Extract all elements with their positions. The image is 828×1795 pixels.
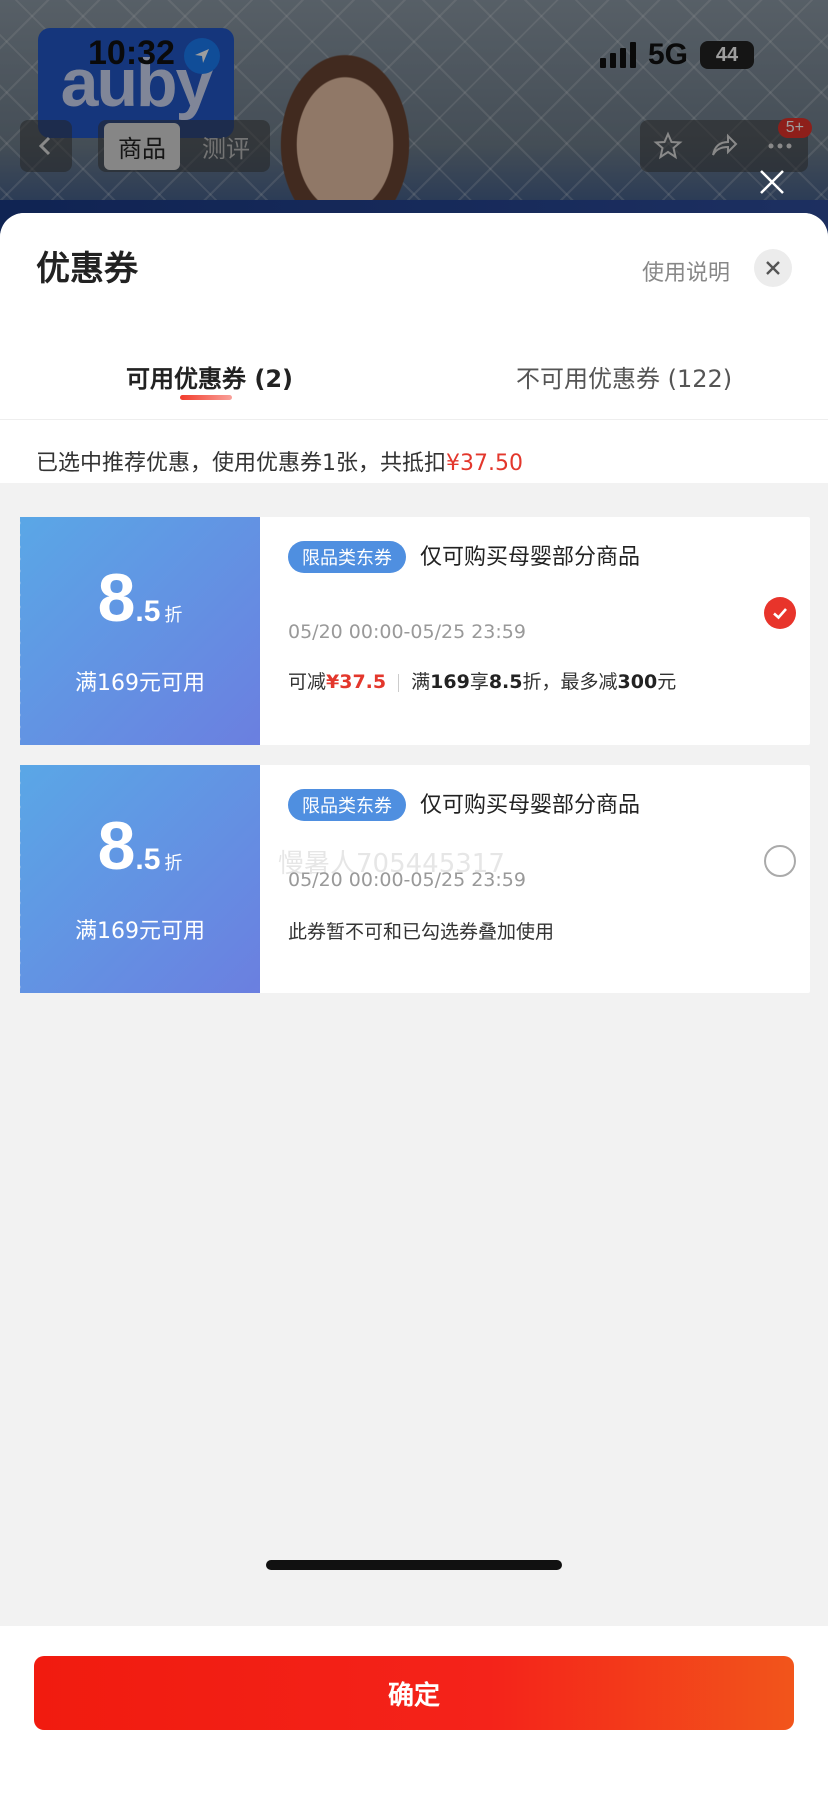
close-button[interactable] [754,249,792,287]
sheet-footer: 确定 [0,1626,828,1795]
coupon-checkbox-checked[interactable] [764,597,796,629]
coupon-tag: 限品类东券 [288,789,406,821]
summary-text: 已选中推荐优惠，使用优惠券1张，共抵扣 [36,451,446,476]
coupon-validity: 05/20 00:00-05/25 23:59 [288,621,526,643]
save-label: 可减 [288,671,327,693]
confirm-button[interactable]: 确定 [34,1656,794,1730]
rule-prefix: 满 [411,671,431,693]
rule-suffix: 元 [657,671,677,693]
coupon-card[interactable]: 8.5 折 满169元可用 限品类东券 仅可购买母婴部分商品 慢暑人7054453… [15,765,810,993]
coupon-info: 限品类东券 仅可购买母婴部分商品 05/20 00:00-05/25 23:59… [260,517,810,745]
close-icon [766,261,780,275]
coupon-value-panel: 8.5 折 满169元可用 [15,517,260,745]
discount-decimal: .5 [135,843,161,876]
coupon-threshold: 满169元可用 [75,919,205,944]
coupon-discount: 8.5 折 [20,559,260,637]
coupon-note: 此券暂不可和已勾选券叠加使用 [288,921,555,943]
coupon-detail: 可减¥37.5 满169享8.5折，最多减300元 [288,667,676,694]
home-indicator[interactable] [266,1560,562,1570]
checkmark-icon [773,608,787,620]
rule-mid: 享 [469,671,489,693]
discount-unit: 折 [164,605,183,626]
tab-available-coupons[interactable]: 可用优惠券 (2) [126,359,293,394]
discount-unit: 折 [164,853,183,874]
coupon-sheet: 优惠券 使用说明 可用优惠券 (2) 不可用优惠券 (122) 已选中推荐优惠，… [0,213,828,1795]
discount-integer: 8 [97,560,136,636]
coupon-card[interactable]: 8.5 折 满169元可用 限品类东券 仅可购买母婴部分商品 05/20 00:0… [15,517,810,745]
save-amount: ¥37.5 [326,671,387,693]
coupon-info: 限品类东券 仅可购买母婴部分商品 慢暑人705445317 05/20 00:0… [260,765,810,993]
usage-instructions-link[interactable]: 使用说明 [642,255,730,287]
detail-separator [398,673,400,692]
discount-integer: 8 [97,808,136,884]
discount-decimal: .5 [135,595,161,628]
coupon-scope: 仅可购买母婴部分商品 [420,545,641,570]
rule-max: 300 [617,671,658,693]
coupon-checkbox-unchecked[interactable] [764,845,796,877]
coupon-value-panel: 8.5 折 满169元可用 [15,765,260,993]
sheet-header: 优惠券 使用说明 可用优惠券 (2) 不可用优惠券 (122) 已选中推荐优惠，… [0,213,828,483]
coupon-tag: 限品类东券 [288,541,406,573]
sheet-title: 优惠券 [36,249,138,289]
tab-unavailable-coupons[interactable]: 不可用优惠券 (122) [516,359,732,394]
active-tab-indicator [180,395,232,400]
coupon-threshold: 满169元可用 [75,671,205,696]
selection-summary: 已选中推荐优惠，使用优惠券1张，共抵扣¥37.50 [36,445,523,477]
coupon-discount: 8.5 折 [20,807,260,885]
coupon-validity: 05/20 00:00-05/25 23:59 [288,869,526,891]
coupon-scope: 仅可购买母婴部分商品 [420,793,641,818]
rule-mid2: 折，最多减 [522,671,618,693]
rule-threshold: 169 [430,671,470,693]
rule-discount: 8.5 [488,671,523,693]
summary-amount: ¥37.50 [446,451,523,476]
close-overlay-icon[interactable] [758,168,786,196]
divider [0,419,828,420]
